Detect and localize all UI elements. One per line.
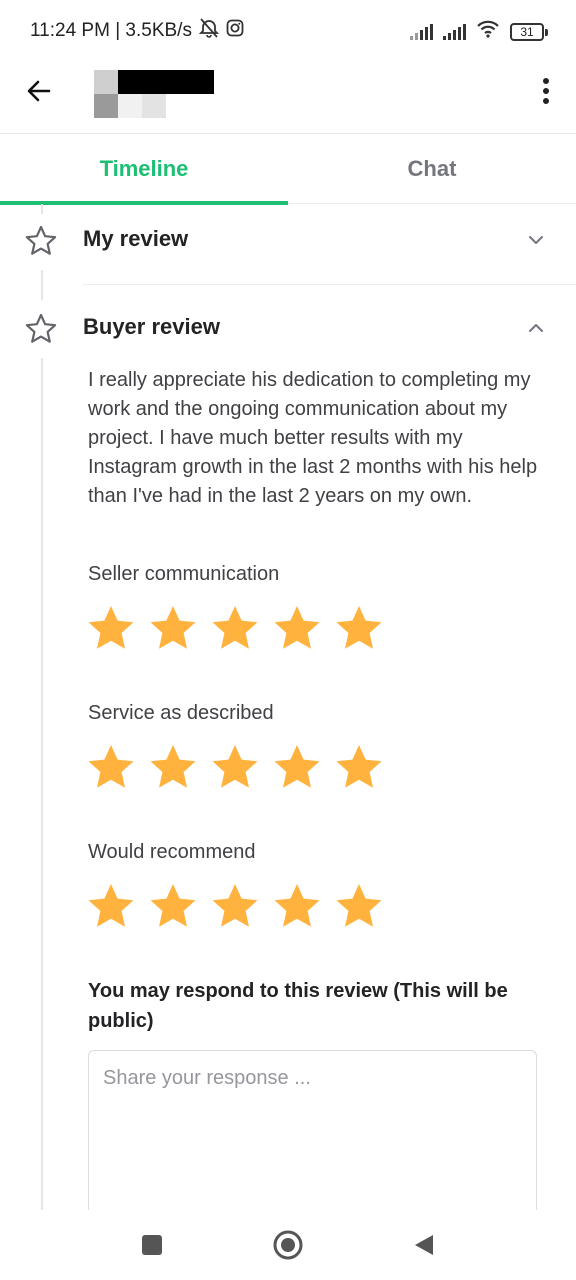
star-icon <box>212 884 258 927</box>
star-outline-icon <box>25 225 57 255</box>
recents-button[interactable] <box>134 1227 170 1263</box>
status-left: 11:24 PM | 3.5KB/s <box>30 18 244 44</box>
square-icon <box>142 1235 162 1255</box>
alarm-off-icon <box>198 18 220 44</box>
response-box <box>88 1050 537 1220</box>
section-title: Buyer review <box>83 314 220 339</box>
timeline-line <box>41 358 43 1210</box>
star-rating <box>86 743 384 791</box>
star-icon <box>274 606 320 649</box>
status-right: 31 <box>410 20 548 43</box>
star-icon <box>212 606 258 649</box>
rating-label: Service as described <box>88 702 274 724</box>
back-nav-button[interactable] <box>406 1227 442 1263</box>
section-my-review[interactable]: My review <box>0 212 576 272</box>
avatar[interactable] <box>94 70 214 118</box>
divider <box>83 284 576 285</box>
tab-chat[interactable]: Chat <box>288 134 576 204</box>
respond-label: You may respond to this review (This wil… <box>88 980 508 1032</box>
chevron-down-icon[interactable] <box>528 232 544 248</box>
status-bar: 11:24 PM | 3.5KB/s 31 <box>0 0 576 62</box>
star-icon <box>274 884 320 927</box>
star-icon <box>150 884 196 927</box>
star-icon <box>88 606 134 649</box>
back-button[interactable] <box>22 74 56 108</box>
instagram-icon <box>226 19 244 43</box>
star-icon <box>150 745 196 788</box>
section-buyer-review[interactable]: Buyer review <box>0 300 576 360</box>
star-icon <box>88 884 134 927</box>
star-icon <box>274 745 320 788</box>
triangle-back-icon <box>415 1235 433 1255</box>
arrow-left-icon <box>27 80 51 102</box>
response-input[interactable] <box>89 1051 536 1220</box>
timeline-line <box>41 270 43 300</box>
more-vertical-icon <box>543 78 549 84</box>
star-icon <box>336 745 382 788</box>
star-outline-icon <box>25 313 57 343</box>
review-text: I really appreciate his dedication to co… <box>88 369 538 507</box>
star-icon <box>212 745 258 788</box>
star-icon <box>336 606 382 649</box>
system-nav-bar <box>0 1210 576 1280</box>
wifi-icon <box>476 20 500 43</box>
star-rating <box>86 604 384 652</box>
battery-icon: 31 <box>510 22 548 41</box>
star-icon <box>88 745 134 788</box>
tab-timeline[interactable]: Timeline <box>0 134 288 205</box>
signal-icon <box>410 23 433 40</box>
star-icon <box>336 884 382 927</box>
chevron-up-icon[interactable] <box>528 320 544 336</box>
circle-icon <box>273 1230 303 1260</box>
signal-icon <box>443 23 466 40</box>
status-time-speed: 11:24 PM | 3.5KB/s <box>30 20 192 41</box>
app-bar <box>0 62 576 134</box>
rating-label: Would recommend <box>88 841 256 863</box>
star-icon <box>150 606 196 649</box>
rating-label: Seller communication <box>88 563 280 585</box>
home-button[interactable] <box>270 1227 306 1263</box>
section-title: My review <box>83 226 189 251</box>
star-rating <box>86 882 384 930</box>
more-options-button[interactable] <box>536 76 556 106</box>
tab-bar: Timeline Chat <box>0 134 576 205</box>
